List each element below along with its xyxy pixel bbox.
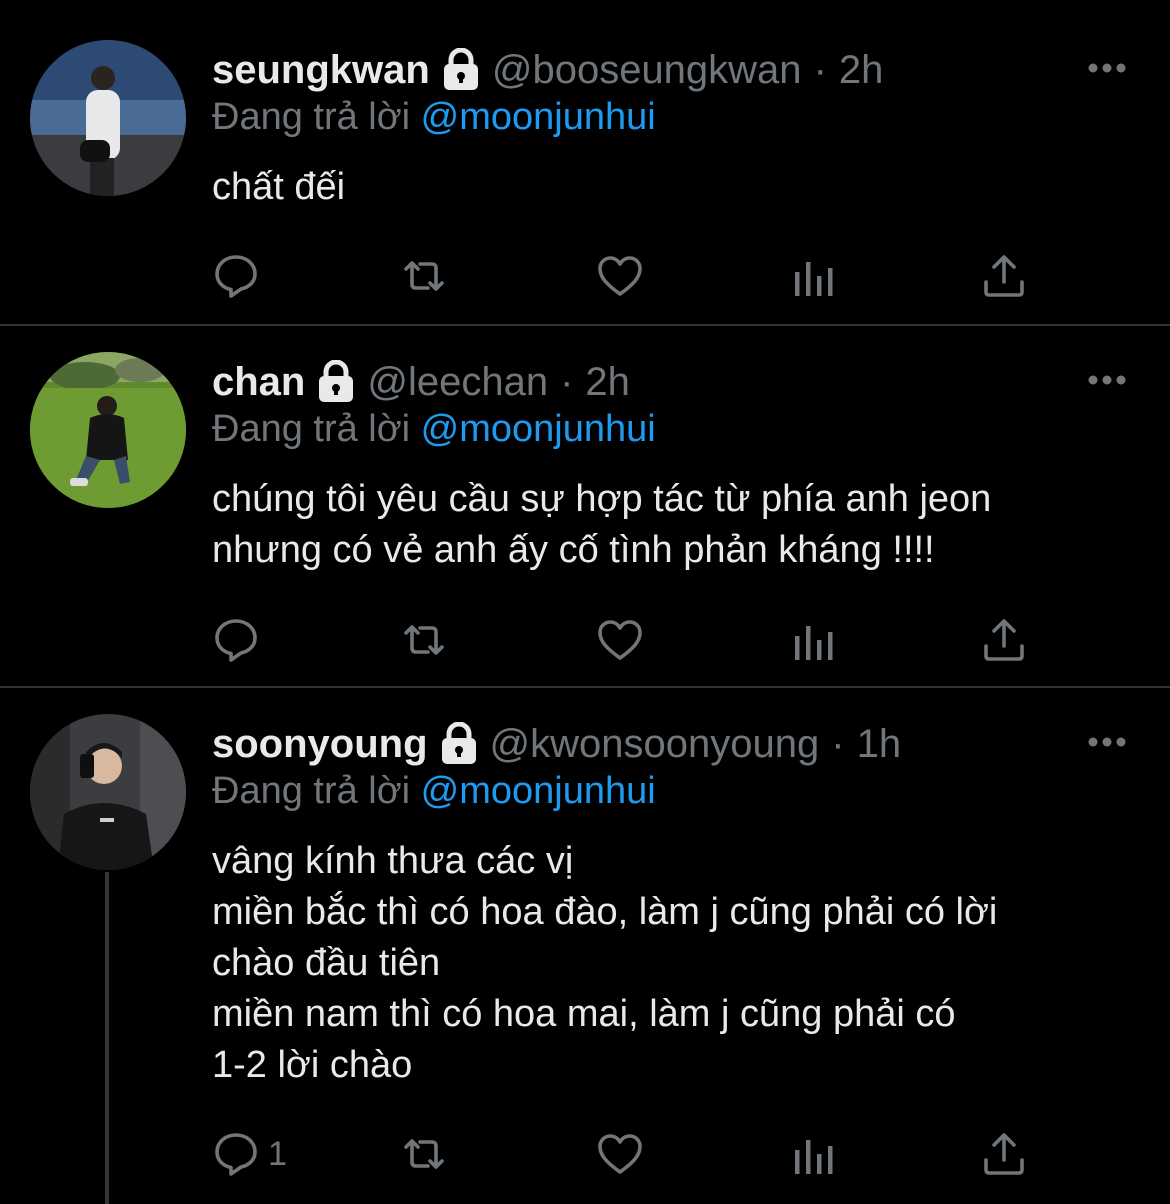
replying-to: Đang trả lời @moonjunhui [212,408,656,451]
display-name[interactable]: soonyoung [212,722,428,767]
mention-link[interactable]: @moonjunhui [421,770,656,812]
tweet-header: soonyoung @kwonsoonyoung · 1h [212,714,901,774]
replying-to: Đang trả lời @moonjunhui [212,96,656,139]
analytics-icon [790,252,838,300]
reply-button[interactable]: 1 [212,1128,287,1180]
analytics-icon [790,1130,838,1178]
tweet[interactable]: seungkwan @booseungkwan · 2h Đang trả lờ… [0,0,1170,324]
tweet-text-line: chào đầu tiên [212,942,441,984]
share-icon [980,1130,1028,1178]
like-icon [596,616,644,664]
tweet-text: chất đếi [212,162,1132,213]
tweet[interactable]: soonyoung @kwonsoonyoung · 1h Đang trả l… [0,688,1170,1204]
like-icon [596,252,644,300]
separator: · [831,721,845,766]
tweet-text-line: vâng kính thưa các vị [212,840,574,882]
replying-prefix: Đang trả lời [212,408,411,450]
analytics-icon [790,616,838,664]
share-icon [980,616,1028,664]
mention-link[interactable]: @moonjunhui [421,408,656,450]
share-icon [980,252,1028,300]
tweet-feed: seungkwan @booseungkwan · 2h Đang trả lờ… [0,0,1170,1204]
tweet-text-line: nhưng có vẻ anh ấy cố tình phản kháng !!… [212,529,935,571]
user-handle[interactable]: @leechan [367,360,548,405]
reply-button[interactable] [212,250,268,302]
like-button[interactable] [596,1128,644,1180]
more-icon[interactable] [1086,732,1128,752]
replying-prefix: Đang trả lời [212,96,411,138]
like-button[interactable] [596,614,644,666]
retweet-button[interactable] [400,250,448,302]
share-button[interactable] [980,1128,1028,1180]
separator: · [813,47,827,92]
like-icon [596,1130,644,1178]
separator: · [560,359,574,404]
more-icon[interactable] [1086,58,1128,78]
tweet-text-line: miền nam thì có hoa mai, làm j cũng phải… [212,993,956,1035]
retweet-icon [400,616,448,664]
analytics-button[interactable] [790,250,838,302]
tweet[interactable]: chan @leechan · 2h Đang trả lời @moonjun… [0,326,1170,686]
tweet-text-line: miền bắc thì có hoa đào, làm j cũng phải… [212,891,998,933]
more-icon[interactable] [1086,370,1128,390]
reply-count: 1 [268,1134,287,1173]
analytics-button[interactable] [790,614,838,666]
retweet-button[interactable] [400,614,448,666]
retweet-icon [400,1130,448,1178]
avatar[interactable] [30,714,186,870]
analytics-button[interactable] [790,1128,838,1180]
thread-line [105,872,109,1204]
display-name[interactable]: seungkwan [212,48,430,93]
avatar[interactable] [30,40,186,196]
lock-icon [438,722,480,766]
like-button[interactable] [596,250,644,302]
display-name[interactable]: chan [212,360,305,405]
lock-icon [440,48,482,92]
reply-icon [212,252,260,300]
retweet-button[interactable] [400,1128,448,1180]
reply-button[interactable] [212,614,268,666]
tweet-header: seungkwan @booseungkwan · 2h [212,40,883,100]
tweet-text-line: 1-2 lời chào [212,1044,413,1086]
tweet-text-line: chúng tôi yêu cầu sự hợp tác từ phía anh… [212,478,992,520]
replying-prefix: Đang trả lời [212,770,411,812]
retweet-icon [400,252,448,300]
share-button[interactable] [980,614,1028,666]
tweet-text: chúng tôi yêu cầu sự hợp tác từ phía anh… [212,474,1132,576]
reply-icon [212,616,260,664]
timestamp[interactable]: 1h [857,722,902,767]
tweet-header: chan @leechan · 2h [212,352,630,412]
reply-icon [212,1130,260,1178]
timestamp[interactable]: 2h [839,48,884,93]
tweet-text: vâng kính thưa các vị miền bắc thì có ho… [212,836,1132,1091]
mention-link[interactable]: @moonjunhui [421,96,656,138]
user-handle[interactable]: @kwonsoonyoung [490,722,820,767]
avatar[interactable] [30,352,186,508]
tweet-text-line: chất đếi [212,166,346,208]
share-button[interactable] [980,250,1028,302]
timestamp[interactable]: 2h [585,360,630,405]
replying-to: Đang trả lời @moonjunhui [212,770,656,813]
lock-icon [315,360,357,404]
user-handle[interactable]: @booseungkwan [492,48,802,93]
